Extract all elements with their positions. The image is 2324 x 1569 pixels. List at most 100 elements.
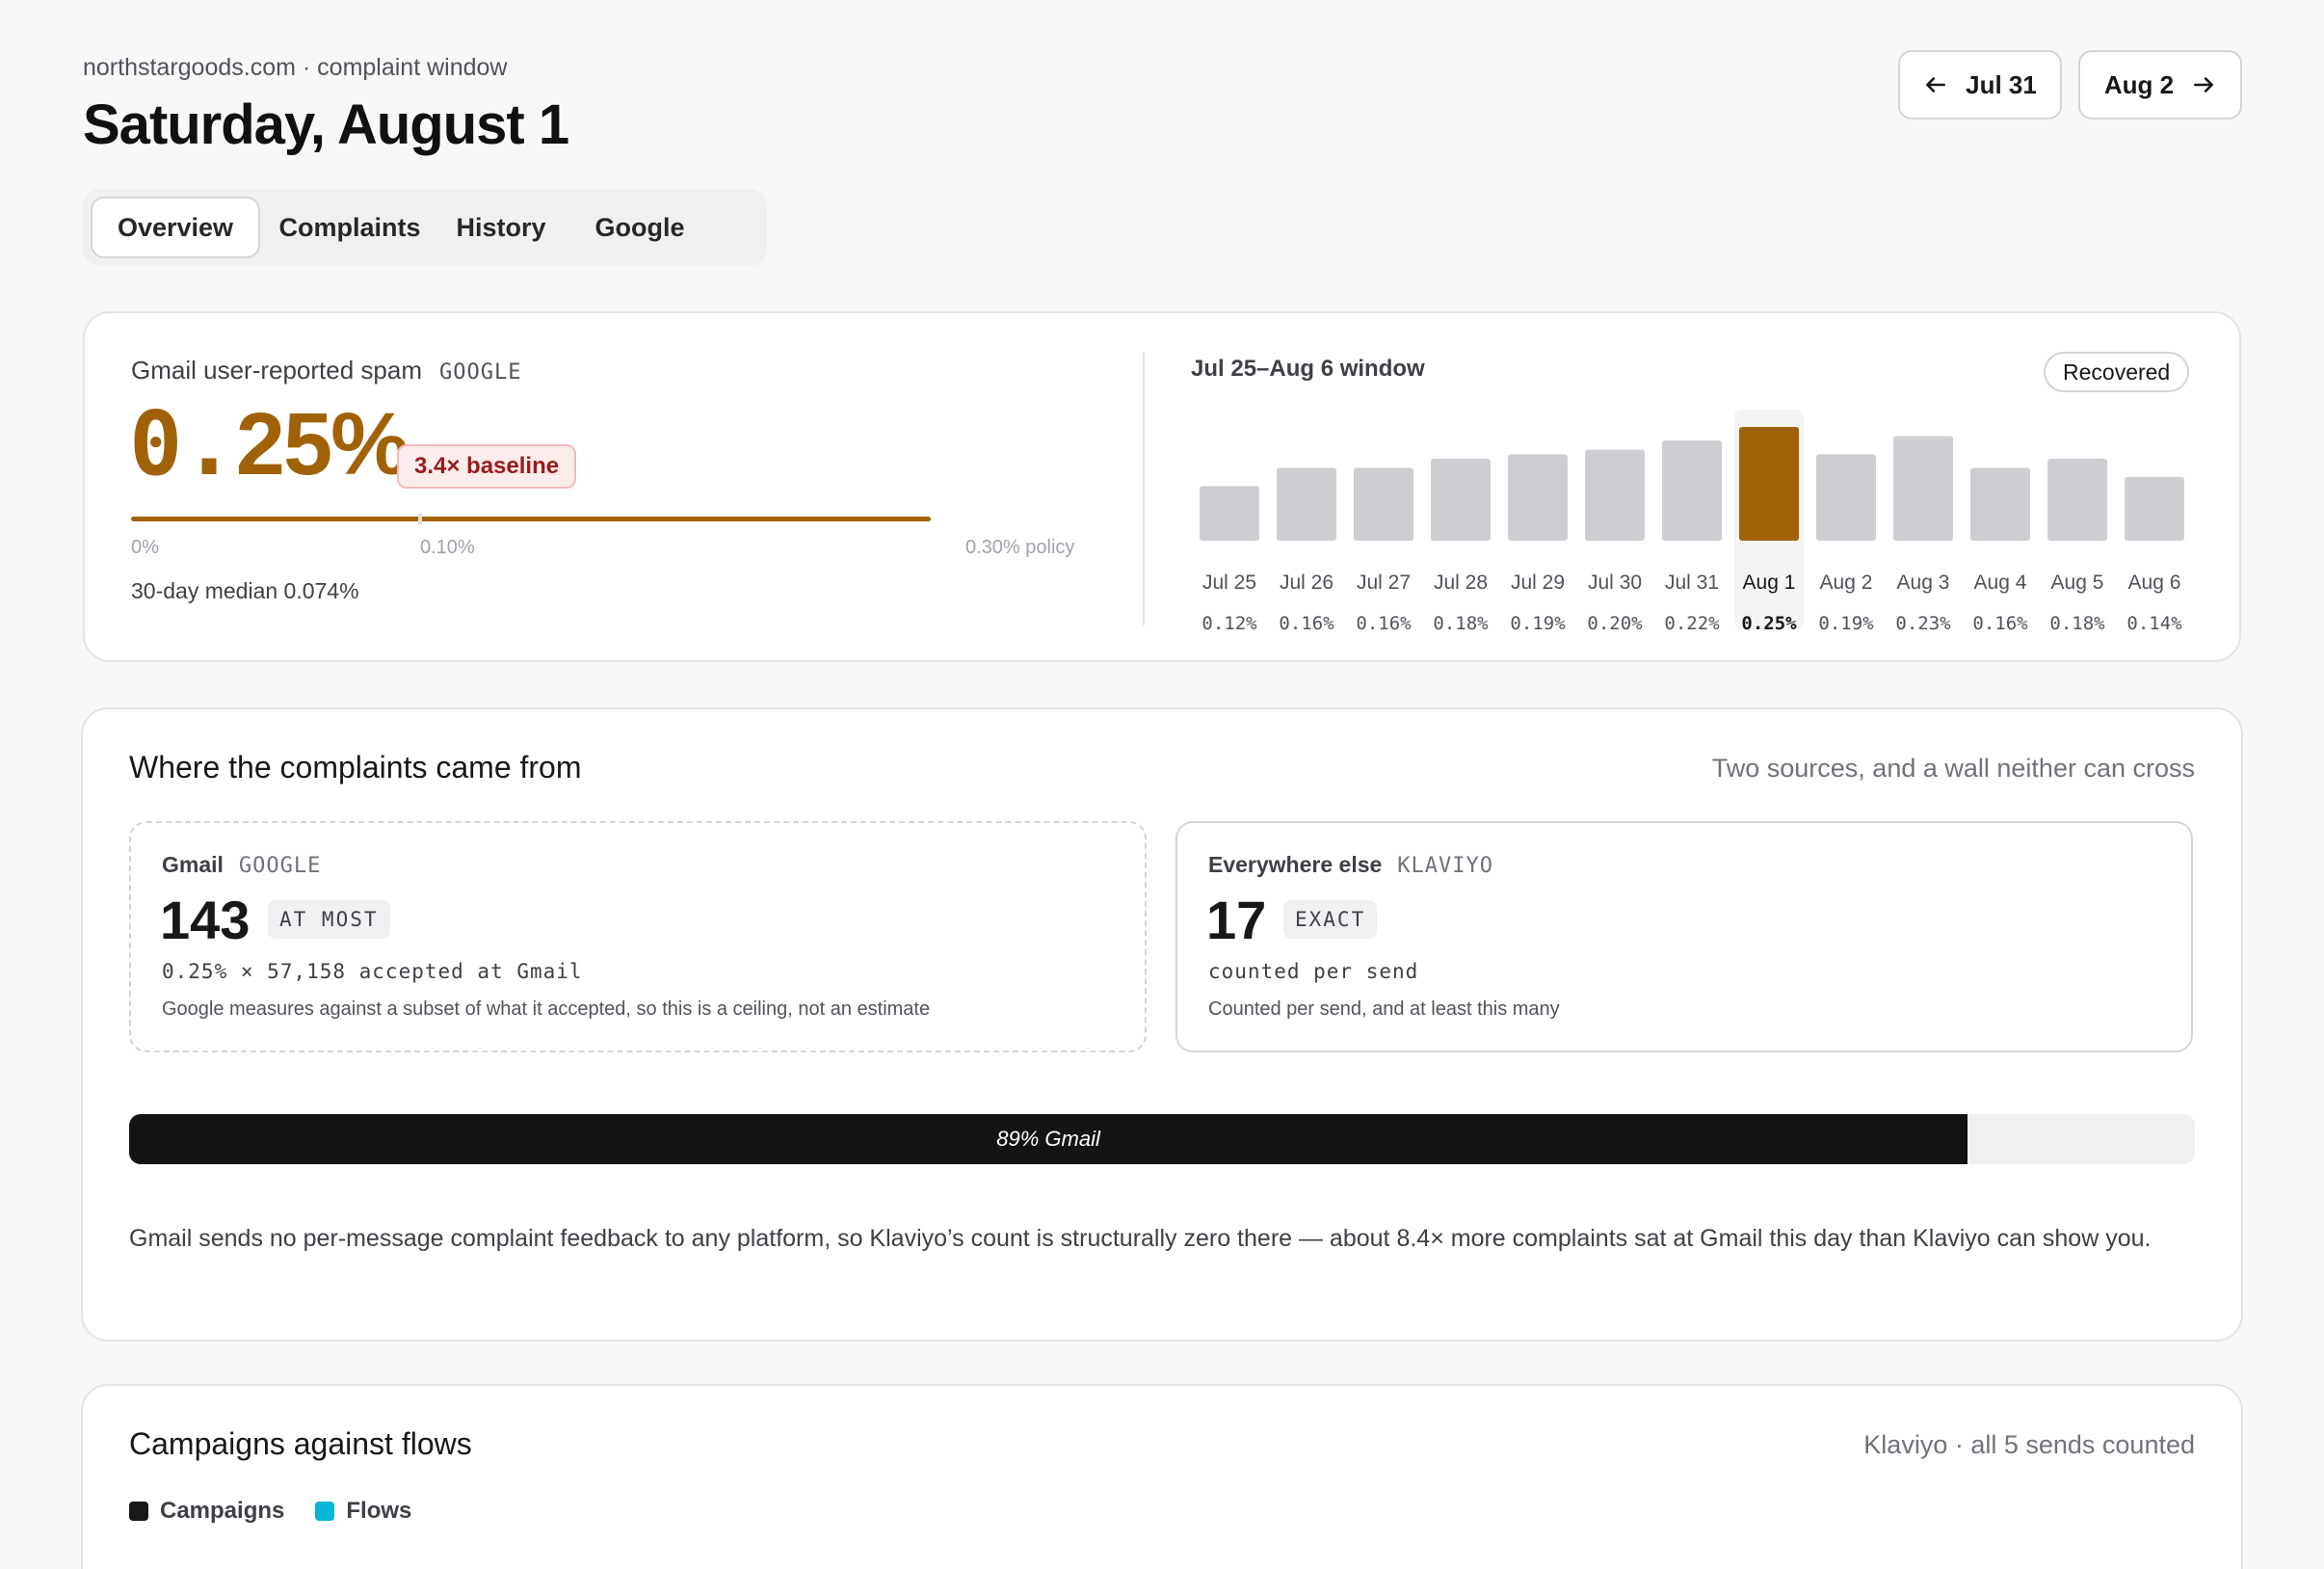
other-footnote: Counted per send, and at least this many [1208,998,1560,1020]
legend-swatch-flows [315,1502,335,1521]
tick-label: Aug 5 [2051,572,2104,594]
legend-item-campaigns: Campaigns [129,1498,284,1525]
campaigns-legend: Campaigns Flows [129,1498,411,1525]
bar-aug-5[interactable] [2047,459,2107,541]
policy-scale-track [131,514,931,524]
gmail-tag: GOOGLE [238,854,322,878]
campaigns-card: Campaigns against flows Klaviyo · all 5 … [81,1384,2243,1569]
tick-label: Jul 27 [1357,572,1411,594]
spam-rate-card: Gmail user-reported spam GOOGLE 0.25% 3.… [83,311,2241,662]
bar-jul-25[interactable] [1200,486,1259,541]
tick-label: Aug 4 [1974,572,2027,594]
bar-aug-6[interactable] [2125,476,2184,541]
next-day-button[interactable]: Aug 2 [2078,50,2242,120]
spam-source-tag: GOOGLE [439,360,522,385]
value-label: 0.16% [1972,613,2028,634]
value-label: 0.20% [1587,613,1643,634]
value-label: 0.18% [2049,613,2105,634]
bar-jul-29[interactable] [1508,454,1568,541]
value-label: 0.14% [2126,613,2182,634]
value-label: 0.18% [1433,613,1489,634]
tab-complaints[interactable]: Complaints [272,197,428,258]
legend-label-flows: Flows [346,1498,412,1524]
scale-label-min: 0% [131,537,159,558]
baseline-badge: 3.4× baseline [397,444,577,489]
gmail-qualifier: AT MOST [268,900,390,939]
tick-label: Aug 6 [2128,572,2181,594]
value-label: 0.12% [1202,613,1257,634]
tab-google[interactable]: Google [574,197,705,258]
tick-label: Aug 2 [1820,572,1873,594]
value-label: 0.19% [1510,613,1566,634]
page-title: Saturday, August 1 [83,93,569,156]
sources-card: Where the complaints came from Two sourc… [81,707,2243,1342]
value-label: 0.16% [1356,613,1412,634]
value-label: 0.19% [1818,613,1874,634]
campaigns-title: Campaigns against flows [129,1426,472,1461]
tick-label: Jul 30 [1588,572,1642,594]
gmail-source-box: Gmail GOOGLE 143 AT MOST 0.25% × 57,158 … [129,821,1147,1052]
spam-rate-value: 0.25% [129,392,409,495]
bar-jul-27[interactable] [1354,467,1413,541]
bar-aug-1[interactable] [1739,427,1799,541]
breadcrumb: northstargoods.com · complaint window [83,54,508,81]
legend-swatch-campaigns [129,1502,148,1521]
scale-midpoint-marker [418,514,422,524]
spam-rate-frac: 25% [235,395,409,493]
value-label: 0.25% [1741,613,1797,634]
bar-jul-28[interactable] [1431,459,1491,541]
scale-label-mid: 0.10% [420,537,475,558]
gmail-share-fill: 89% Gmail [129,1114,1968,1164]
prev-day-label: Jul 31 [1966,69,2037,99]
gmail-name: Gmail [162,852,224,877]
other-qualifier: EXACT [1283,900,1378,939]
bar-jul-30[interactable] [1585,449,1645,541]
arrow-left-icon [1926,77,1946,93]
gmail-share-label: 89% Gmail [996,1127,1100,1151]
tick-label: Jul 25 [1202,572,1256,594]
bar-aug-4[interactable] [1970,467,2030,541]
prev-day-button[interactable]: Jul 31 [1898,50,2062,120]
value-label: 0.22% [1664,613,1720,634]
tick-label: Jul 31 [1665,572,1719,594]
tick-label: Aug 1 [1743,572,1796,594]
bar-jul-31[interactable] [1662,440,1722,541]
tick-label: Jul 29 [1511,572,1565,594]
arrow-right-icon [2194,77,2214,93]
recovered-badge: Recovered [2044,352,2190,392]
other-count: 17 [1206,890,1267,950]
tab-overview[interactable]: Overview [91,197,260,258]
median-text: 30-day median 0.074% [131,578,359,603]
legend-label-campaigns: Campaigns [160,1498,285,1524]
tick-label: Aug 3 [1897,572,1950,594]
sources-title: Where the complaints came from [129,750,582,784]
other-formula: counted per send [1208,960,1419,983]
campaigns-note: Klaviyo · all 5 sends counted [1863,1430,2195,1459]
value-label: 0.23% [1895,613,1951,634]
tick-label: Jul 28 [1434,572,1488,594]
gmail-share-bar: 89% Gmail [129,1114,2195,1164]
window-title: Jul 25–Aug 6 window [1191,356,1425,382]
other-tag: KLAVIYO [1397,854,1494,878]
legend-item-flows: Flows [315,1498,411,1525]
gmail-source-name: Gmail GOOGLE [162,852,321,878]
bar-aug-3[interactable] [1893,436,1953,541]
spam-rate-int: 0. [129,392,236,495]
gmail-count: 143 [160,890,251,950]
other-source-name: Everywhere else KLAVIYO [1208,852,1493,878]
scale-label-policy: 0.30% policy [965,537,1075,558]
spam-rate-title: Gmail user-reported spam [131,356,422,385]
value-label: 0.16% [1279,613,1334,634]
bar-aug-2[interactable] [1816,454,1876,541]
bar-jul-26[interactable] [1277,467,1336,541]
other-source-box: Everywhere else KLAVIYO 17 EXACT counted… [1175,821,2193,1052]
explanation-text: Gmail sends no per-message complaint fee… [129,1225,2152,1252]
next-day-label: Aug 2 [2103,69,2175,99]
daily-rate-bar-chart: Jul 25 0.12% Jul 26 0.16% Jul 27 0.16% Jul 28 0… [1200,410,2184,634]
tab-history[interactable]: History [439,197,563,258]
other-name: Everywhere else [1208,852,1383,877]
gmail-formula: 0.25% × 57,158 accepted at Gmail [162,960,583,983]
spam-rate-label: Gmail user-reported spam GOOGLE [131,356,521,386]
gmail-footnote: Google measures against a subset of what… [162,998,931,1020]
tab-bar: Overview Complaints History Google [83,189,767,266]
